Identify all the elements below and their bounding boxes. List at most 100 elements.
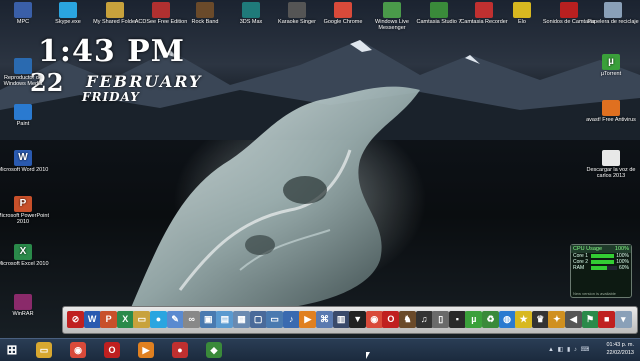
- desktop-icon-label: avast! Free Antivirus: [586, 117, 636, 123]
- acdsee-icon: [152, 2, 170, 18]
- media-player-icon: [14, 58, 32, 74]
- camtasia-recorder-icon[interactable]: ●: [172, 342, 188, 358]
- excel-icon[interactable]: X: [116, 311, 134, 328]
- cpu-gadget-footer[interactable]: New version is available: [573, 291, 629, 296]
- desktop-icon-powerpoint[interactable]: P Microsoft PowerPoint 2010: [0, 196, 52, 225]
- game-icon[interactable]: ♞: [399, 311, 416, 328]
- cpu-row-label: RAM: [573, 265, 585, 271]
- trophy-icon[interactable]: ♛: [531, 311, 549, 328]
- sound-icon[interactable]: ◀: [565, 311, 582, 328]
- desktop-icon-label: Skype.exe: [55, 19, 81, 25]
- cpu-gadget-row: RAM 60%: [571, 265, 631, 271]
- desktop-icon-label: µTorrent: [600, 71, 622, 77]
- music-icon[interactable]: ♪: [282, 311, 300, 328]
- desktop-icon-word[interactable]: W Microsoft Word 2010: [0, 150, 52, 173]
- chrome-icon[interactable]: ◉: [70, 342, 86, 358]
- tools-icon[interactable]: ✦: [548, 311, 566, 328]
- chrome-icon[interactable]: ◉: [365, 311, 383, 328]
- desktop-icon-label: MPC: [16, 19, 30, 25]
- desktop-icon-excel[interactable]: X Microsoft Excel 2010: [0, 244, 52, 267]
- sound-icon: [560, 2, 578, 18]
- folder2-icon[interactable]: ▭: [266, 311, 284, 328]
- globe-icon[interactable]: ◍: [498, 311, 516, 328]
- cpu-row-bar: [591, 254, 615, 258]
- desktop-icon-label: My Shared Folder: [93, 19, 137, 25]
- desktop-icon-utorrent[interactable]: µ µTorrent: [582, 54, 640, 77]
- winrar-icon: [14, 294, 32, 310]
- chat-icon[interactable]: ●: [150, 311, 167, 328]
- cpu-gadget-header: CPU Usage 100%: [571, 245, 631, 253]
- cpu-usage-gadget[interactable]: CPU Usage 100% Core 1 100% Core 2 100% RAM 60…: [570, 244, 632, 298]
- desktop-icon-label: Reproductor de Windows Media: [3, 75, 43, 87]
- paint-icon[interactable]: ✎: [166, 311, 184, 328]
- desktop-icon-label: Windows Live Messenger: [375, 19, 409, 31]
- desktop-icon-label: Papelera de reciclaje: [587, 19, 639, 25]
- app-icon: [14, 2, 32, 18]
- audio-icon[interactable]: ♫: [415, 311, 433, 328]
- messenger-icon: [383, 2, 401, 18]
- star-icon: [513, 2, 531, 18]
- clock-weekday: FRIDAY: [82, 90, 140, 104]
- tray-time: 01:43 p. m.: [606, 342, 634, 348]
- recorder-icon: [475, 2, 493, 18]
- desktop-icon-label: Paint: [16, 121, 30, 127]
- cpu-row-value: 60%: [618, 265, 629, 271]
- opera-icon[interactable]: O: [382, 311, 400, 328]
- recycle-icon[interactable]: ♻: [482, 311, 499, 328]
- recycle-bin-icon: [604, 2, 622, 18]
- network-icon[interactable]: ⌘: [316, 311, 333, 328]
- start-button-windows-icon[interactable]: ⊞: [4, 342, 20, 358]
- wallpaper-ice-sculpture: [130, 86, 420, 311]
- pictures-icon[interactable]: ▤: [216, 311, 234, 328]
- desktop-icon-label: Karaoke Singer: [278, 19, 316, 25]
- cpu-row-track: [591, 260, 615, 264]
- desktop-icon-media-player[interactable]: Reproductor de Windows Media: [0, 58, 52, 87]
- powerpoint-icon[interactable]: P: [100, 311, 118, 328]
- desktop-icon-avast[interactable]: avast! Free Antivirus: [582, 100, 640, 123]
- utorrent-icon[interactable]: µ: [465, 311, 483, 328]
- link-icon[interactable]: ∞: [183, 311, 201, 328]
- red-app-icon[interactable]: ■: [598, 311, 616, 328]
- desktop-icon-label: Google Chrome: [323, 19, 363, 25]
- recycle-bin-icon[interactable]: ▾: [614, 311, 632, 328]
- cpu-row-track: [591, 254, 615, 258]
- cpu-gadget-percent: 100%: [614, 246, 629, 252]
- opera-icon[interactable]: O: [104, 342, 120, 358]
- desktop-icon-label: WinRAR: [12, 311, 34, 317]
- avast-icon: [602, 100, 620, 116]
- media-player-icon[interactable]: ▶: [138, 342, 154, 358]
- star-icon[interactable]: ★: [515, 311, 533, 328]
- mouse-cursor: [366, 352, 370, 359]
- monitor-icon[interactable]: ▢: [249, 311, 267, 328]
- windows-explorer-icon[interactable]: ▭: [36, 342, 52, 358]
- desktop-icon-recycle-bin[interactable]: Papelera de reciclaje: [584, 2, 640, 25]
- word-icon[interactable]: W: [83, 311, 101, 328]
- folder-icon[interactable]: ▭: [133, 311, 151, 328]
- system-tray-icons[interactable]: ▲ ◧ ▮ ♪ ⌨: [548, 346, 590, 353]
- cpu-row-track: [591, 266, 617, 270]
- documents-icon[interactable]: ▦: [233, 311, 250, 328]
- desktop-icon-document[interactable]: Descargar la voz de carlos 2013: [582, 150, 640, 179]
- film-icon[interactable]: ▥: [332, 311, 350, 328]
- mic-icon: [288, 2, 306, 18]
- chrome-icon: [334, 2, 352, 18]
- window-icon[interactable]: ▣: [199, 311, 217, 328]
- desktop-icon-winrar[interactable]: WinRAR: [0, 294, 52, 317]
- terminal-icon[interactable]: ▪: [448, 311, 466, 328]
- powerpoint-icon: P: [14, 196, 32, 212]
- usb-icon[interactable]: ▯: [432, 311, 450, 328]
- shirt-icon[interactable]: ▼: [349, 311, 367, 328]
- cpu-row-bar: [591, 266, 607, 270]
- document-icon: [602, 150, 620, 166]
- folder-icon: [106, 2, 124, 18]
- desktop-icon-paint[interactable]: Paint: [0, 104, 52, 127]
- flag-icon[interactable]: ⚑: [581, 311, 599, 328]
- media-player-icon[interactable]: ▶: [299, 311, 317, 328]
- tray-clock[interactable]: 01:43 p. m. 22/02/2013: [606, 341, 634, 357]
- clock-month: FEBRUARY: [86, 72, 203, 91]
- camtasia-icon[interactable]: ◆: [206, 342, 222, 358]
- taskbar: ⊞ ▭ ◉ O ▶ ● ◆ ▲ ◧ ▮ ♪ ⌨ 01:43 p. m. 22/02/201…: [0, 338, 640, 361]
- desktop-icon-label: Rock Band: [191, 19, 219, 25]
- no-entry-icon[interactable]: ⊘: [67, 311, 84, 328]
- skype-icon: [59, 2, 77, 18]
